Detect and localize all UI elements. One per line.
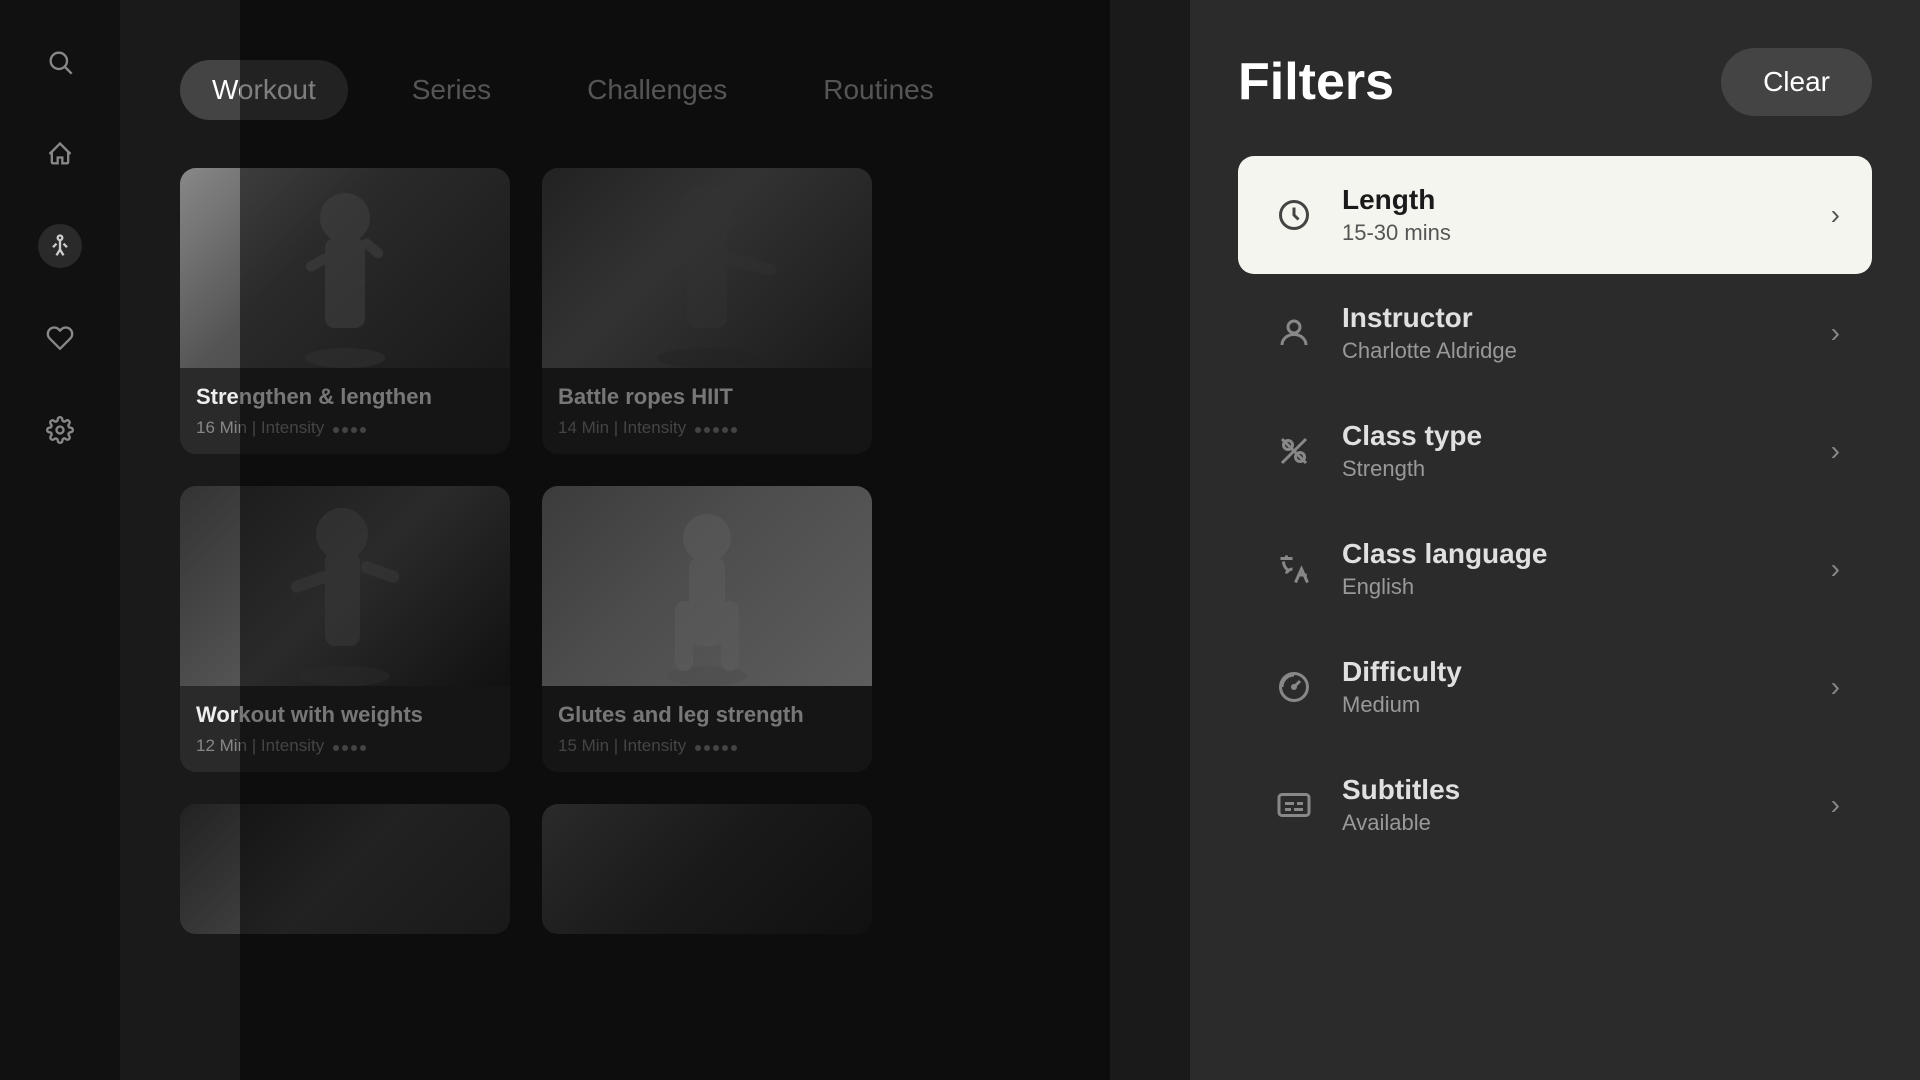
filter-item-text: Class language English (1342, 538, 1807, 600)
filter-item-value: Charlotte Aldridge (1342, 338, 1807, 364)
chevron-right-icon: › (1831, 789, 1840, 821)
scissors-icon (1270, 427, 1318, 475)
clear-button[interactable]: Clear (1721, 48, 1872, 116)
search-icon[interactable] (38, 40, 82, 84)
filter-item-value: Available (1342, 810, 1807, 836)
filter-item-class-type[interactable]: Class type Strength › (1238, 392, 1872, 510)
filter-item-class-language[interactable]: Class language English › (1238, 510, 1872, 628)
filter-item-label: Length (1342, 184, 1807, 216)
filter-item-value: English (1342, 574, 1807, 600)
filter-item-label: Class type (1342, 420, 1807, 452)
filter-list: Length 15-30 mins › Instructor Charlotte… (1238, 156, 1872, 864)
content-wrapper: Workout Series Challenges Routines (120, 0, 1920, 1080)
gauge-icon (1270, 663, 1318, 711)
workout-icon[interactable] (38, 224, 82, 268)
chevron-right-icon: › (1831, 435, 1840, 467)
home-icon[interactable] (38, 132, 82, 176)
filter-title: Filters (1238, 52, 1394, 112)
clock-icon (1270, 191, 1318, 239)
filter-item-value: Strength (1342, 456, 1807, 482)
filter-panel: Filters Clear Length 15-30 mins › (1190, 0, 1920, 1080)
filter-item-text: Length 15-30 mins (1342, 184, 1807, 246)
filter-item-instructor[interactable]: Instructor Charlotte Aldridge › (1238, 274, 1872, 392)
chevron-right-icon: › (1831, 199, 1840, 231)
filter-header: Filters Clear (1238, 48, 1872, 116)
favorites-icon[interactable] (38, 316, 82, 360)
filter-item-label: Class language (1342, 538, 1807, 570)
filter-item-value: Medium (1342, 692, 1807, 718)
filter-item-text: Subtitles Available (1342, 774, 1807, 836)
chevron-right-icon: › (1831, 317, 1840, 349)
filter-item-text: Instructor Charlotte Aldridge (1342, 302, 1807, 364)
sidebar (0, 0, 120, 1080)
filter-item-text: Class type Strength (1342, 420, 1807, 482)
settings-icon[interactable] (38, 408, 82, 452)
subtitles-icon (1270, 781, 1318, 829)
filter-item-subtitles[interactable]: Subtitles Available › (1238, 746, 1872, 864)
filter-item-difficulty[interactable]: Difficulty Medium › (1238, 628, 1872, 746)
filter-item-text: Difficulty Medium (1342, 656, 1807, 718)
filter-item-label: Instructor (1342, 302, 1807, 334)
chevron-right-icon: › (1831, 553, 1840, 585)
filter-item-value: 15-30 mins (1342, 220, 1807, 246)
overlay (240, 0, 1110, 1080)
filter-item-label: Subtitles (1342, 774, 1807, 806)
filter-item-label: Difficulty (1342, 656, 1807, 688)
chevron-right-icon: › (1831, 671, 1840, 703)
translate-icon (1270, 545, 1318, 593)
filter-item-length[interactable]: Length 15-30 mins › (1238, 156, 1872, 274)
person-icon (1270, 309, 1318, 357)
